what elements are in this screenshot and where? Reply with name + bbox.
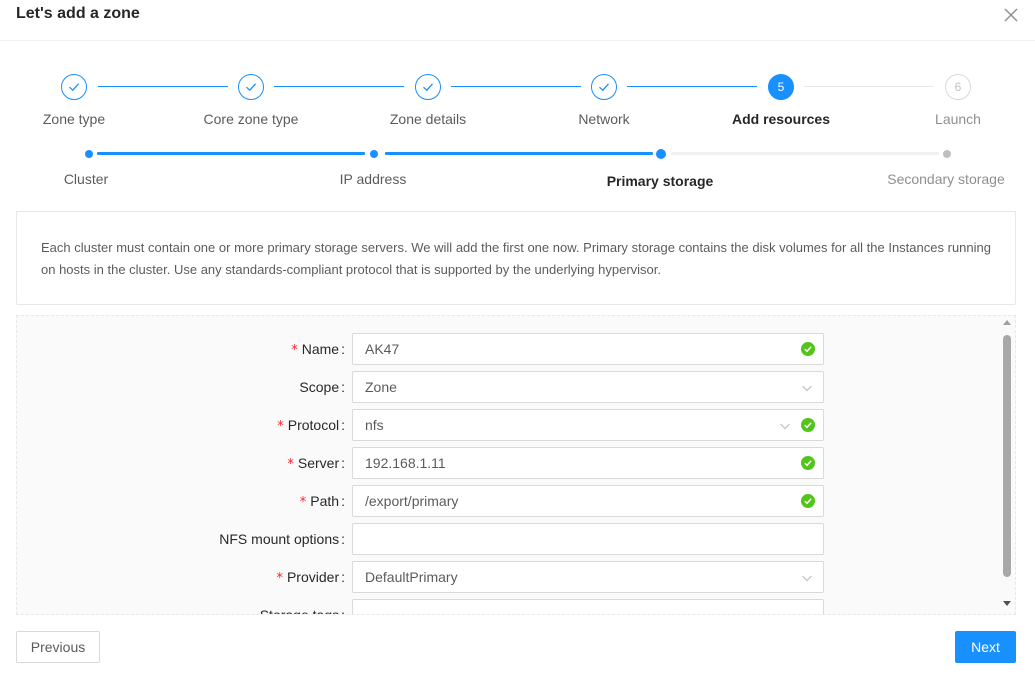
check-icon	[61, 74, 87, 100]
name-value: AK47	[365, 341, 400, 357]
check-icon	[591, 74, 617, 100]
scroll-down-arrow-icon[interactable]	[1003, 601, 1011, 606]
form-row-provider: * Provider: DefaultPrimary	[17, 561, 1007, 593]
substep-cluster: Cluster	[63, 171, 109, 187]
check-icon	[415, 74, 441, 100]
substep-dot	[370, 150, 378, 158]
next-button[interactable]: Next	[955, 631, 1016, 663]
protocol-select[interactable]: nfs	[352, 409, 824, 441]
check-circle-icon	[801, 494, 815, 508]
step-network: Network	[524, 70, 684, 127]
check-circle-icon	[801, 456, 815, 470]
server-input[interactable]: 192.168.1.11	[352, 447, 824, 479]
provider-value: DefaultPrimary	[365, 569, 458, 585]
nfs-mount-options-label: NFS mount options:	[219, 531, 345, 547]
check-icon	[238, 74, 264, 100]
provider-label: * Provider:	[276, 569, 345, 586]
nfs-mount-options-input[interactable]	[352, 523, 824, 555]
step-zone-type: Zone type	[0, 70, 154, 127]
scope-select[interactable]: Zone	[352, 371, 824, 403]
step-zone-details: Zone details	[348, 70, 508, 127]
step-core-zone-type: Core zone type	[171, 70, 331, 127]
chevron-down-icon	[780, 423, 790, 430]
substep-secondary-storage: Secondary storage	[887, 171, 1005, 187]
substep-connector	[385, 152, 653, 155]
scroll-up-arrow-icon[interactable]	[1003, 320, 1011, 325]
substep-dot	[656, 149, 666, 159]
path-value: /export/primary	[365, 493, 459, 509]
substep-ip-address: IP address	[339, 171, 407, 187]
step-number: 5	[768, 74, 794, 100]
chevron-down-icon	[802, 385, 812, 392]
protocol-value: nfs	[365, 417, 384, 433]
form-row-protocol: * Protocol: nfs	[17, 409, 1007, 441]
form-row-nfs-mount-options: NFS mount options:	[17, 523, 1007, 555]
server-value: 192.168.1.11	[365, 455, 446, 471]
step-label: Zone type	[42, 111, 106, 127]
form-scrollbar[interactable]	[1000, 318, 1015, 614]
step-add-resources: 5 Add resources	[701, 70, 861, 127]
step-label: Core zone type	[203, 111, 299, 127]
form-row-server: * Server: 192.168.1.11	[17, 447, 1007, 479]
substep-connector	[671, 152, 939, 155]
name-label: * Name:	[291, 341, 345, 358]
form-row-path: * Path: /export/primary	[17, 485, 1007, 517]
substep-dot	[85, 150, 93, 158]
storage-tags-input[interactable]	[352, 599, 824, 614]
modal-header: Let's add a zone	[0, 0, 1035, 41]
chevron-down-icon	[802, 575, 812, 582]
step-label: Add resources	[731, 111, 831, 127]
step-label: Launch	[935, 111, 981, 127]
scroll-thumb[interactable]	[1003, 335, 1011, 577]
scope-value: Zone	[365, 379, 397, 395]
substep-dot	[943, 150, 951, 158]
form-row-name: * Name: AK47	[17, 333, 1007, 365]
check-circle-icon	[801, 418, 815, 432]
server-label: * Server:	[287, 455, 345, 472]
name-input[interactable]: AK47	[352, 333, 824, 365]
modal-title: Let's add a zone	[16, 5, 140, 22]
path-input[interactable]: /export/primary	[352, 485, 824, 517]
step-label: Network	[578, 111, 630, 127]
substep-primary-storage: Primary storage	[606, 173, 714, 189]
scope-label: Scope:	[299, 379, 345, 395]
provider-select[interactable]: DefaultPrimary	[352, 561, 824, 593]
close-button[interactable]	[1000, 4, 1022, 26]
description-text: Each cluster must contain one or more pr…	[41, 240, 991, 277]
step-label: Zone details	[389, 111, 467, 127]
previous-button[interactable]: Previous	[16, 631, 100, 663]
step-launch: 6 Launch	[878, 70, 1035, 127]
storage-tags-label: Storage tags:	[259, 607, 345, 615]
wizard-steps: Zone type Core zone type Zone details Ne…	[0, 70, 1035, 130]
substep-connector	[97, 152, 365, 155]
description-box: Each cluster must contain one or more pr…	[16, 211, 1016, 305]
protocol-label: * Protocol:	[277, 417, 345, 434]
substeps: Cluster IP address Primary storage Secon…	[0, 145, 1035, 190]
check-circle-icon	[801, 342, 815, 356]
close-icon[interactable]	[1000, 4, 1022, 26]
form-row-storage-tags: Storage tags:	[17, 599, 1007, 615]
step-number: 6	[945, 74, 971, 100]
form-row-scope: Scope: Zone	[17, 371, 1007, 403]
path-label: * Path:	[299, 493, 345, 510]
primary-storage-form: * Name: AK47 Scope: Zone * Protocol: nfs *…	[16, 315, 1016, 615]
